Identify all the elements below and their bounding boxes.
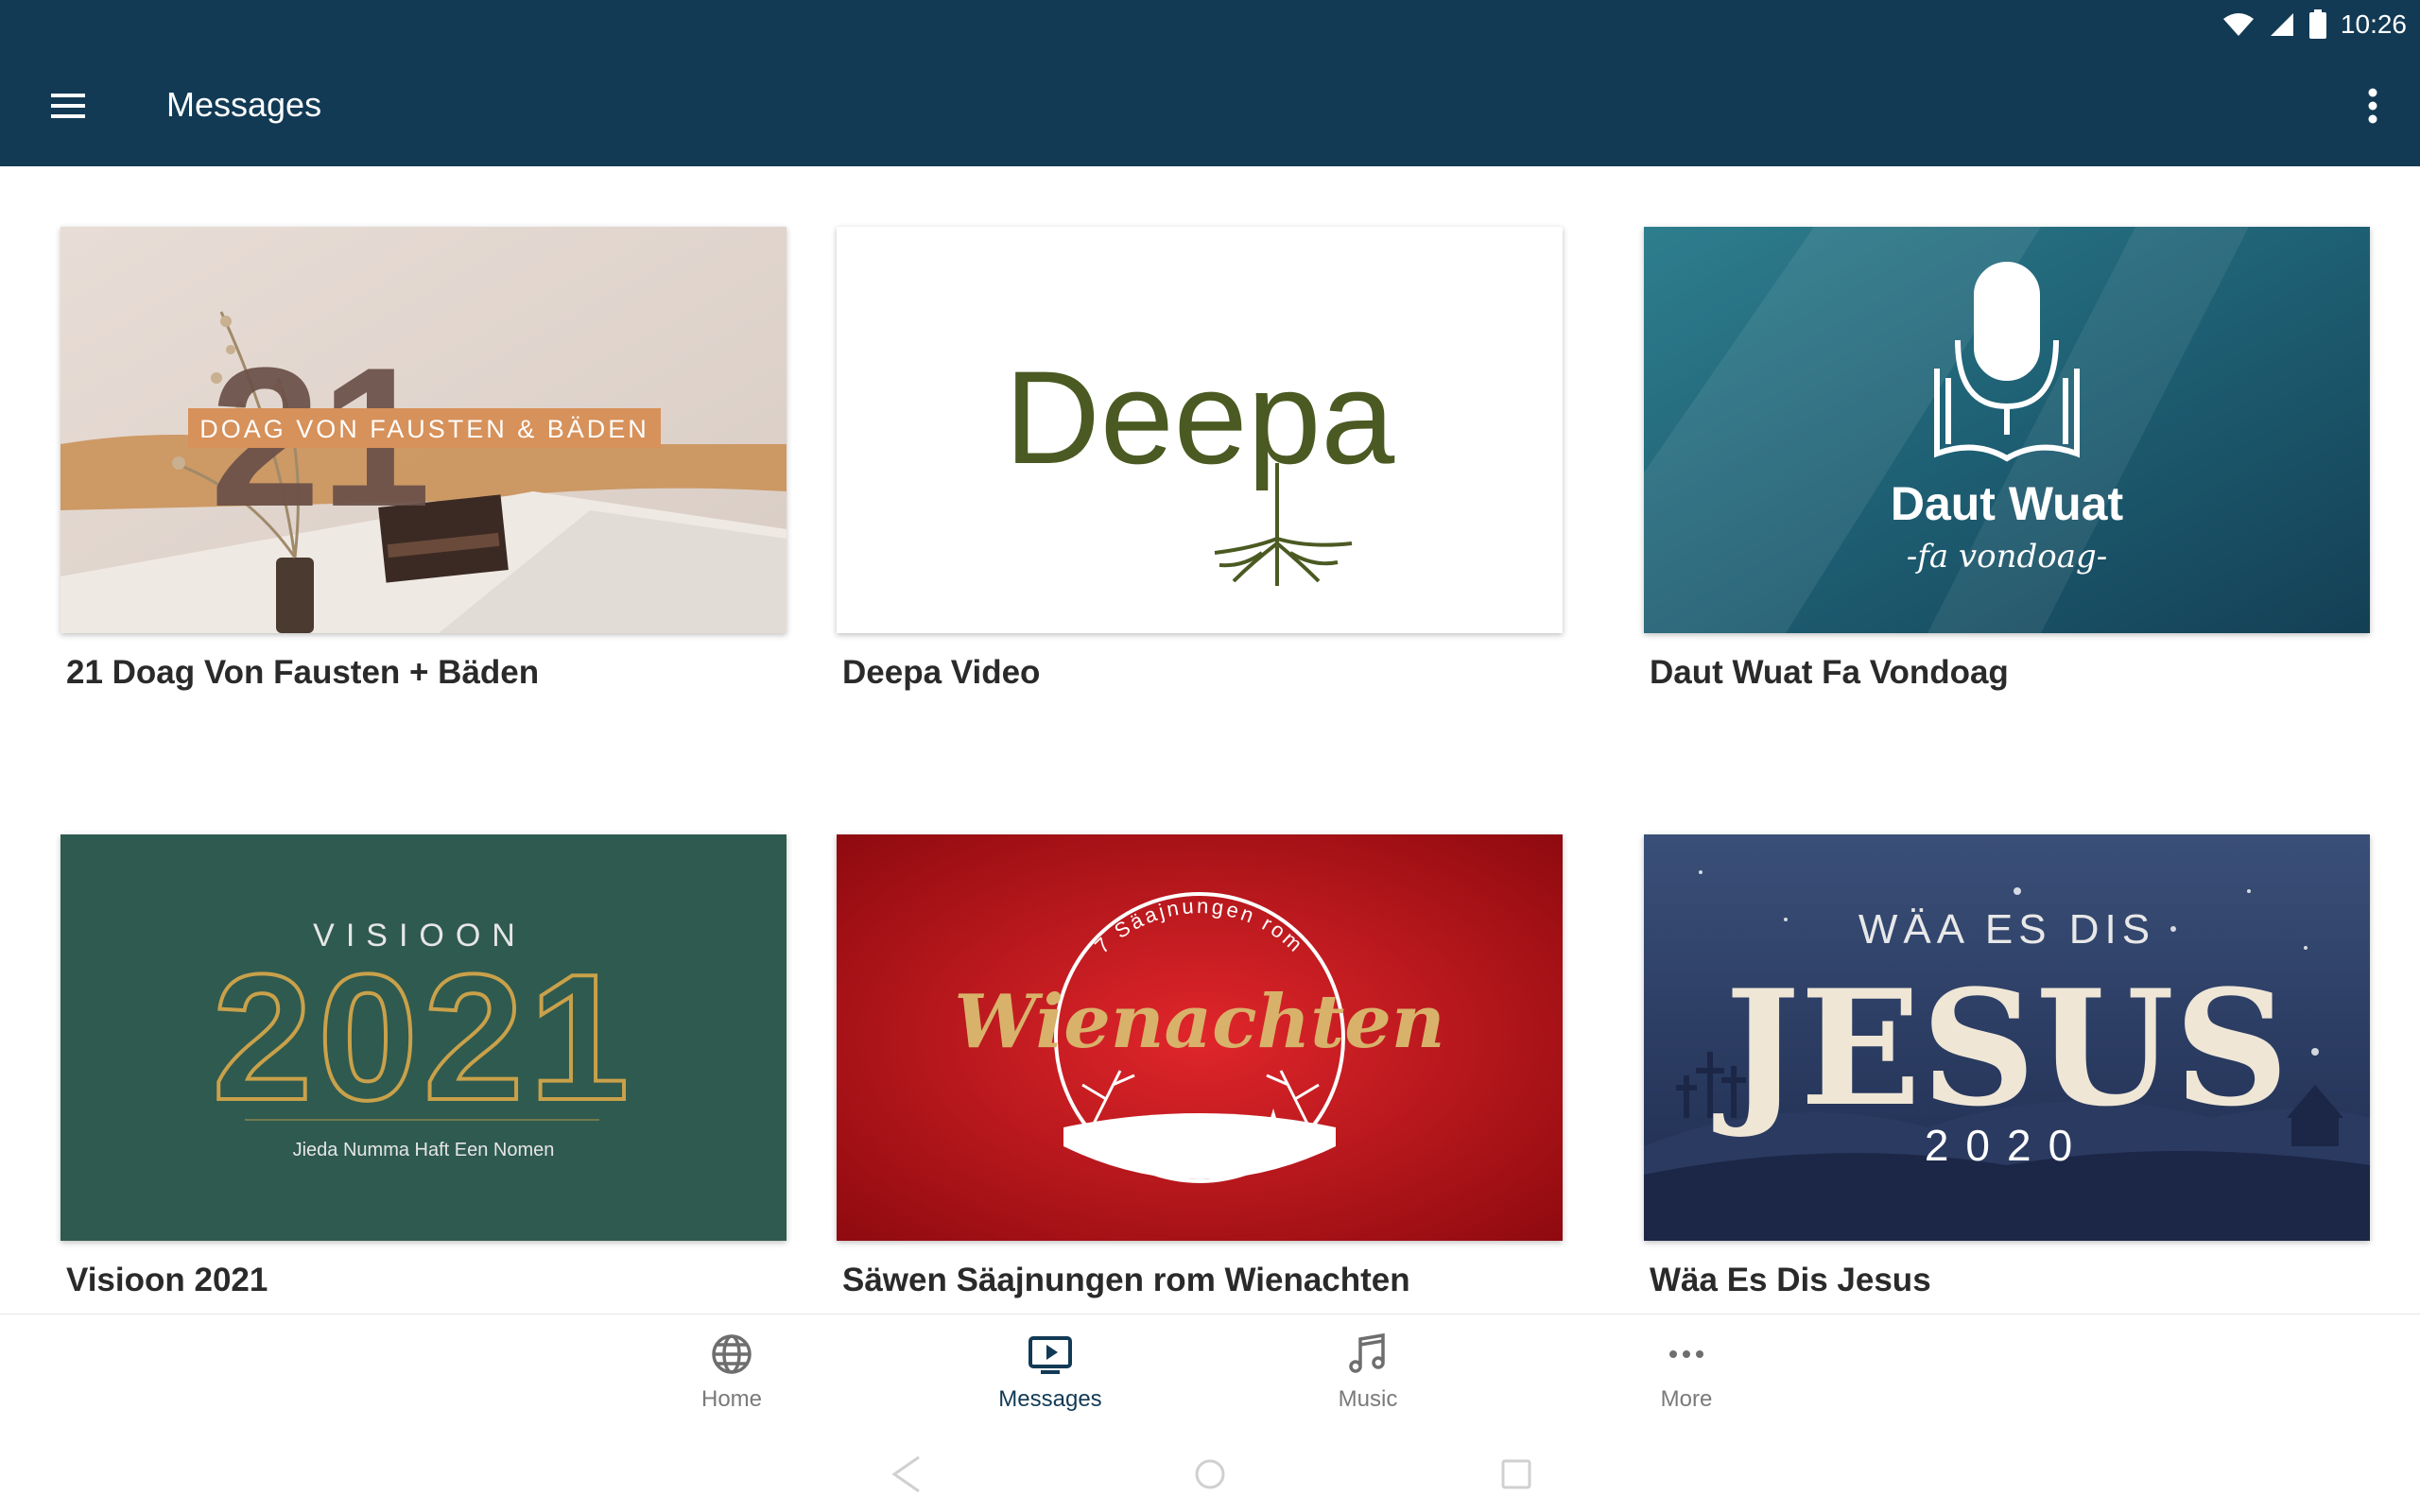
tv-play-icon — [1028, 1336, 1072, 1374]
deepa-artwork: Deepa — [837, 227, 1563, 633]
back-icon[interactable] — [885, 1453, 930, 1495]
waa-es-dis-text: WÄA ES DIS — [1858, 906, 2155, 953]
series-title: Visioon 2021 — [66, 1262, 268, 1298]
series-thumbnail[interactable]: Deepa — [837, 227, 1563, 633]
series-thumbnail[interactable]: VISIOON 2021 Jieda Numma Haft Een Nomen — [60, 834, 786, 1241]
series-thumbnail[interactable]: WÄA ES DIS JESUS 2020 — [1644, 834, 2370, 1241]
series-card[interactable]: Daut Wuat -fa vondoag- Daut Wuat Fa Vond… — [1644, 227, 2370, 692]
nav-item-messages[interactable]: Messages — [965, 1332, 1135, 1426]
wifi-icon — [2222, 13, 2254, 36]
top-app-bar: 10:26 Messages — [0, 0, 2420, 166]
jesus-text: JESUS — [1713, 954, 2290, 1142]
series-card[interactable]: VISIOON 2021 Jieda Numma Haft Een Nomen … — [60, 834, 786, 1299]
series-card[interactable]: 21 DOAG VON FAUSTEN & BÄDEN 21 Doag Von … — [60, 227, 786, 692]
series-card[interactable]: WÄA ES DIS JESUS 2020 Wäa Es Dis Jesus — [1644, 834, 2370, 1299]
series-thumbnail[interactable]: Daut Wuat -fa vondoag- — [1644, 227, 2370, 633]
series-title: Deepa Video — [842, 654, 1041, 691]
series-title: Säwen Säajnungen rom Wienachten — [842, 1262, 1410, 1298]
fa-vondoag-text: -fa vondoag- — [1907, 538, 2107, 576]
visioon-artwork: VISIOON 2021 Jieda Numma Haft Een Nomen — [60, 834, 786, 1241]
page-title: Messages — [166, 85, 322, 124]
battery-icon — [2308, 9, 2326, 39]
deepa-wordmark: Deepa — [1005, 343, 1395, 491]
series-title: Wäa Es Dis Jesus — [1650, 1262, 1931, 1298]
music-note-icon — [1349, 1332, 1385, 1373]
app-root: 10:26 Messages DOAG VON FAUSTEN & BÄDEN … — [0, 0, 2420, 1512]
bottom-navigation: Home Messages Music More — [0, 1314, 2420, 1436]
year-outline-text: 2021 — [213, 937, 635, 1138]
nav-label: Home — [700, 1386, 763, 1412]
series-title: 21 Doag Von Fausten + Bäden — [66, 654, 540, 691]
fasting-artwork: 21 DOAG VON FAUSTEN & BÄDEN — [60, 227, 786, 633]
status-time: 10:26 — [2340, 9, 2407, 39]
hamburger-menu-icon — [51, 94, 85, 118]
more-horizontal-icon — [1669, 1350, 1703, 1358]
globe-icon — [712, 1334, 752, 1374]
jesus-artwork: WÄA ES DIS JESUS 2020 — [1644, 834, 2370, 1241]
daut-wuat-text: Daut Wuat — [1891, 477, 2124, 530]
series-thumbnail[interactable]: 21 DOAG VON FAUSTEN & BÄDEN — [60, 227, 786, 633]
status-bar: 10:26 — [2221, 8, 2407, 42]
daut-wuat-artwork: Daut Wuat -fa vondoag- — [1644, 227, 2370, 633]
wienachten-artwork: 7 Säajnungen rom Wienachten — [837, 834, 1563, 1241]
series-title: Daut Wuat Fa Vondoag — [1650, 654, 2009, 691]
wienachten-script: Wienachten — [954, 979, 1444, 1065]
banner-text: DOAG VON FAUSTEN & BÄDEN — [199, 415, 649, 443]
nav-label: Messages — [998, 1386, 1102, 1412]
home-circle-icon[interactable] — [1187, 1453, 1233, 1495]
more-vertical-icon — [2368, 88, 2377, 124]
series-card[interactable]: Deepa Deepa Video — [837, 227, 1563, 692]
system-navigation-bar — [0, 1436, 2420, 1512]
nav-item-music[interactable]: Music — [1283, 1332, 1453, 1426]
recents-icon[interactable] — [1494, 1453, 1539, 1495]
menu-button[interactable] — [38, 76, 98, 136]
year-2020-text: 2020 — [1925, 1121, 2089, 1170]
nav-item-home[interactable]: Home — [647, 1332, 817, 1426]
visioon-tagline: Jieda Numma Haft Een Nomen — [293, 1140, 555, 1160]
cellular-signal-icon — [2270, 13, 2293, 36]
overflow-menu-button[interactable] — [2350, 76, 2395, 136]
nav-item-more[interactable]: More — [1601, 1332, 1772, 1426]
series-thumbnail[interactable]: 7 Säajnungen rom Wienachten — [837, 834, 1563, 1241]
series-card[interactable]: 7 Säajnungen rom Wienachten Säwen Säajnu… — [837, 834, 1563, 1299]
nav-label: More — [1660, 1386, 1713, 1412]
nav-label: Music — [1338, 1386, 1398, 1412]
